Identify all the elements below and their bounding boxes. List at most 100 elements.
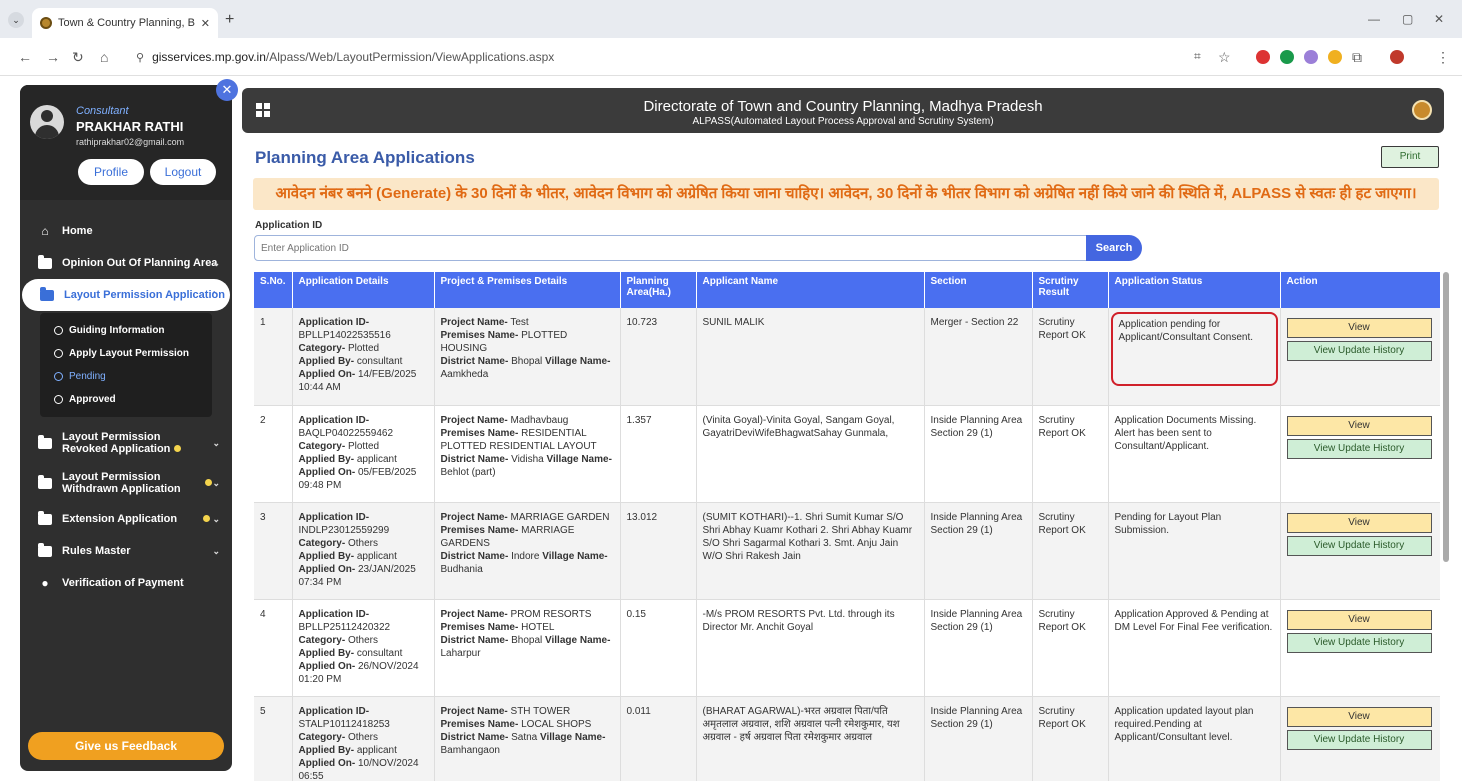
submenu-label: Guiding Information	[69, 325, 165, 336]
url-path: /Alpass/Web/LayoutPermission/ViewApplica…	[265, 50, 555, 64]
view-button[interactable]: View	[1286, 512, 1432, 533]
cell-sno: 5	[254, 696, 293, 781]
sidebar-item-rules[interactable]: Rules Master ⌄	[20, 535, 232, 567]
view-button[interactable]: View	[1286, 318, 1432, 338]
close-window-icon[interactable]: ✕	[1434, 12, 1444, 26]
menu-kebab-icon[interactable]: ⋮	[1436, 49, 1450, 66]
circle-icon	[54, 326, 63, 335]
cell-applicant: (BHARAT AGARWAL)-भरत अग्रवाल पिता/पति अम…	[696, 696, 925, 781]
translate-icon[interactable]: ⌗	[1194, 49, 1201, 64]
sidebar-item-label: Home	[62, 225, 93, 237]
cell-sno: 4	[254, 599, 293, 697]
cell-action: View View Update History	[1280, 308, 1440, 406]
sidebar-item-withdrawn[interactable]: Layout Permission Withdrawn Application …	[20, 463, 232, 503]
application-id-input[interactable]	[254, 235, 1090, 261]
chevron-down-icon: ⌄	[212, 545, 220, 556]
restore-icon[interactable]: ▢	[1402, 12, 1413, 26]
cell-applicant: (Vinita Goyal)-Vinita Goyal, Sangam Goya…	[696, 405, 925, 503]
submenu-item-pending[interactable]: Pending	[40, 365, 212, 388]
user-email: rathiprakhar02@gmail.com	[76, 137, 185, 147]
table-scrollbar[interactable]	[1443, 272, 1449, 562]
sidebar-item-opinion[interactable]: Opinion Out Of Planning Area ⌄	[20, 247, 232, 279]
logout-button[interactable]: Logout	[150, 159, 216, 185]
profile-button[interactable]: Profile	[78, 159, 144, 185]
cell-application-details: Application ID- STALP10112418253 Category…	[292, 696, 435, 781]
view-update-history-button[interactable]: View Update History	[1286, 438, 1432, 459]
reload-icon[interactable]: ↻	[72, 49, 84, 66]
sidebar-item-label: Layout Permission Revoked Application	[62, 431, 192, 455]
user-panel: Consultant PRAKHAR RATHI rathiprakhar02@…	[20, 85, 232, 200]
extension-yellow-icon[interactable]	[1328, 50, 1342, 64]
sidebar-close-icon[interactable]: ✕	[216, 79, 238, 101]
cell-application-details: Application ID- INDLP23012559299 Category…	[292, 502, 435, 600]
browser-tab[interactable]: Town & Country Planning, Bhopal ✕	[32, 8, 218, 38]
cell-section: Inside Planning Area Section 29 (1)	[924, 405, 1033, 503]
submenu-item-approved[interactable]: Approved	[40, 388, 212, 411]
cell-application-details: Application ID- BPLLP25112420322 Category…	[292, 599, 435, 697]
view-button[interactable]: View	[1286, 706, 1432, 727]
folder-icon	[38, 510, 52, 525]
sidebar-item-revoked[interactable]: Layout Permission Revoked Application ⌄	[20, 423, 232, 463]
view-update-history-button[interactable]: View Update History	[1286, 729, 1432, 750]
search-button[interactable]: Search	[1086, 235, 1142, 261]
site-favicon-icon	[40, 17, 52, 29]
extension-green-icon[interactable]	[1280, 50, 1294, 64]
view-button[interactable]: View	[1286, 609, 1432, 630]
back-icon[interactable]: ←	[18, 49, 32, 65]
view-update-history-button[interactable]: View Update History	[1286, 341, 1432, 361]
page-title: Planning Area Applications	[255, 148, 475, 167]
view-update-history-button[interactable]: View Update History	[1286, 632, 1432, 653]
submenu-item-apply[interactable]: Apply Layout Permission	[40, 342, 212, 365]
print-button[interactable]: Print	[1381, 146, 1439, 168]
table-header-row: S.No. Application Details Project & Prem…	[254, 272, 1440, 308]
cell-application-details: Application ID- BAQLP04022559462 Category…	[292, 405, 435, 503]
submenu-item-guiding[interactable]: Guiding Information	[40, 319, 212, 342]
header-subtitle: ALPASS(Automated Layout Process Approval…	[692, 116, 994, 127]
sidebar-item-label: Layout Permission Application	[64, 289, 225, 301]
folder-icon	[38, 434, 52, 449]
feedback-button[interactable]: Give us Feedback	[28, 732, 224, 760]
browser-tabbar: ⌄ Town & Country Planning, Bhopal ✕ + — …	[0, 0, 1462, 38]
tab-title: Town & Country Planning, Bhopal	[58, 17, 195, 29]
extension-red-icon[interactable]	[1256, 50, 1270, 64]
home-icon[interactable]: ⌂	[100, 49, 108, 65]
sidebar: Consultant PRAKHAR RATHI rathiprakhar02@…	[20, 85, 232, 771]
sidebar-item-extension[interactable]: Extension Application ⌄	[20, 503, 232, 535]
tab-list-chevron-icon[interactable]: ⌄	[8, 12, 24, 28]
cell-scrutiny: Scrutiny Report OK	[1032, 502, 1109, 600]
avatar	[30, 105, 64, 139]
status-dot-icon	[202, 514, 210, 522]
extension-purple-icon[interactable]	[1304, 50, 1318, 64]
col-header: Action	[1280, 272, 1440, 308]
site-info-icon[interactable]: ⚲	[136, 51, 144, 64]
cell-applicant: -M/s PROM RESORTS Pvt. Ltd. through its …	[696, 599, 925, 697]
cell-status: Application updated layout plan required…	[1108, 696, 1281, 781]
url-field[interactable]: ⚲ gisservices.mp.gov.in/Alpass/Web/Layou…	[128, 45, 1273, 69]
sidebar-item-verification[interactable]: ● Verification of Payment	[20, 567, 232, 599]
cell-project-details: Project Name- MARRIAGE GARDEN Premises N…	[434, 502, 621, 600]
cell-planning-area: 10.723	[620, 308, 697, 406]
cell-action: View View Update History	[1280, 696, 1440, 781]
sidebar-item-home[interactable]: ⌂ Home	[20, 215, 232, 247]
extensions-puzzle-icon[interactable]: ⧉	[1352, 49, 1362, 66]
app-header: Directorate of Town and Country Planning…	[242, 88, 1444, 133]
forward-icon[interactable]: →	[46, 49, 60, 65]
header-title: Directorate of Town and Country Planning…	[643, 98, 1043, 115]
cell-scrutiny: Scrutiny Report OK	[1032, 696, 1109, 781]
table-row: 2 Application ID- BAQLP04022559462 Catego…	[254, 405, 1440, 503]
view-update-history-button[interactable]: View Update History	[1286, 535, 1432, 556]
tab-close-icon[interactable]: ✕	[201, 17, 210, 30]
cell-section: Inside Planning Area Section 29 (1)	[924, 599, 1033, 697]
new-tab-icon[interactable]: +	[225, 11, 234, 29]
cell-sno: 3	[254, 502, 293, 600]
profile-avatar-icon[interactable]	[1390, 50, 1404, 64]
sidebar-item-layout-permission[interactable]: Layout Permission Application ⌃	[22, 279, 230, 311]
cell-planning-area: 0.011	[620, 696, 697, 781]
minimize-icon[interactable]: —	[1368, 12, 1380, 26]
cell-planning-area: 13.012	[620, 502, 697, 600]
view-button[interactable]: View	[1286, 415, 1432, 436]
bookmark-star-icon[interactable]: ☆	[1218, 49, 1231, 66]
cell-section: Merger - Section 22	[924, 308, 1033, 406]
cell-project-details: Project Name- Madhavbaug Premises Name- …	[434, 405, 621, 503]
circle-icon	[54, 372, 63, 381]
